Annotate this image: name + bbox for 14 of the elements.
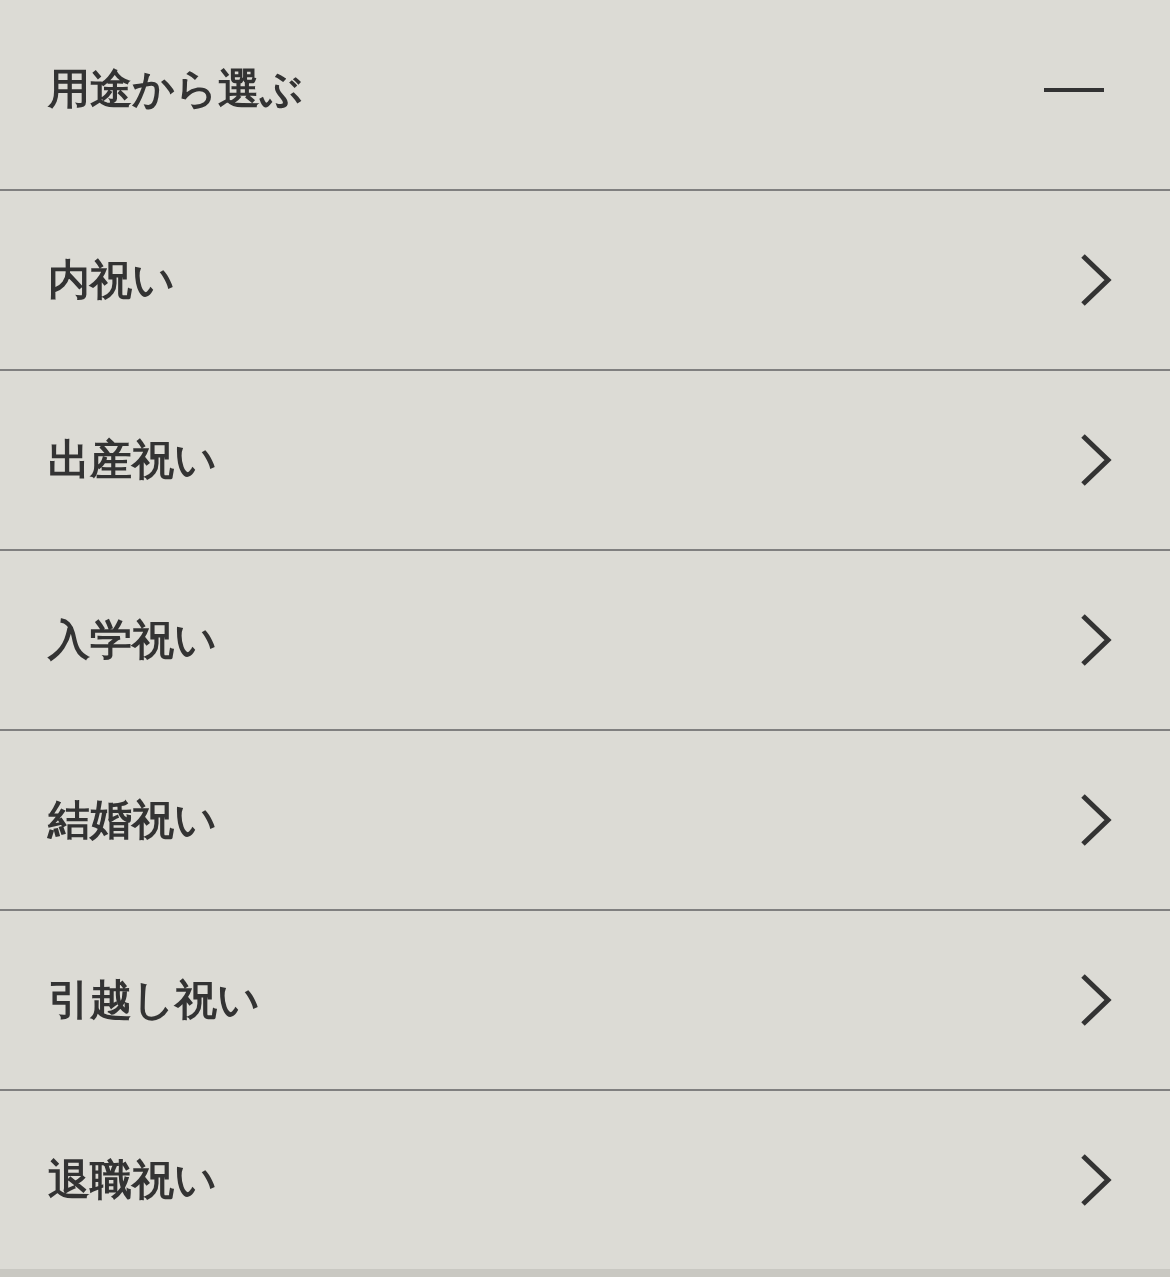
category-link[interactable]: 内祝い	[0, 191, 1170, 369]
chevron-right-icon	[1080, 793, 1112, 847]
category-link[interactable]: 引越し祝い	[0, 911, 1170, 1089]
minus-icon	[1044, 87, 1104, 92]
category-link[interactable]: 出産祝い	[0, 371, 1170, 549]
chevron-right-icon	[1080, 973, 1112, 1027]
chevron-right-icon	[1080, 433, 1112, 487]
category-link[interactable]: 退職祝い	[0, 1091, 1170, 1269]
chevron-right-icon	[1080, 613, 1112, 667]
chevron-right-icon	[1080, 253, 1112, 307]
chevron-right-icon	[1080, 1153, 1112, 1207]
category-link[interactable]: 入学祝い	[0, 551, 1170, 729]
section-title: 用途から選ぶ	[48, 64, 303, 115]
category-link[interactable]: 結婚祝い	[0, 731, 1170, 909]
